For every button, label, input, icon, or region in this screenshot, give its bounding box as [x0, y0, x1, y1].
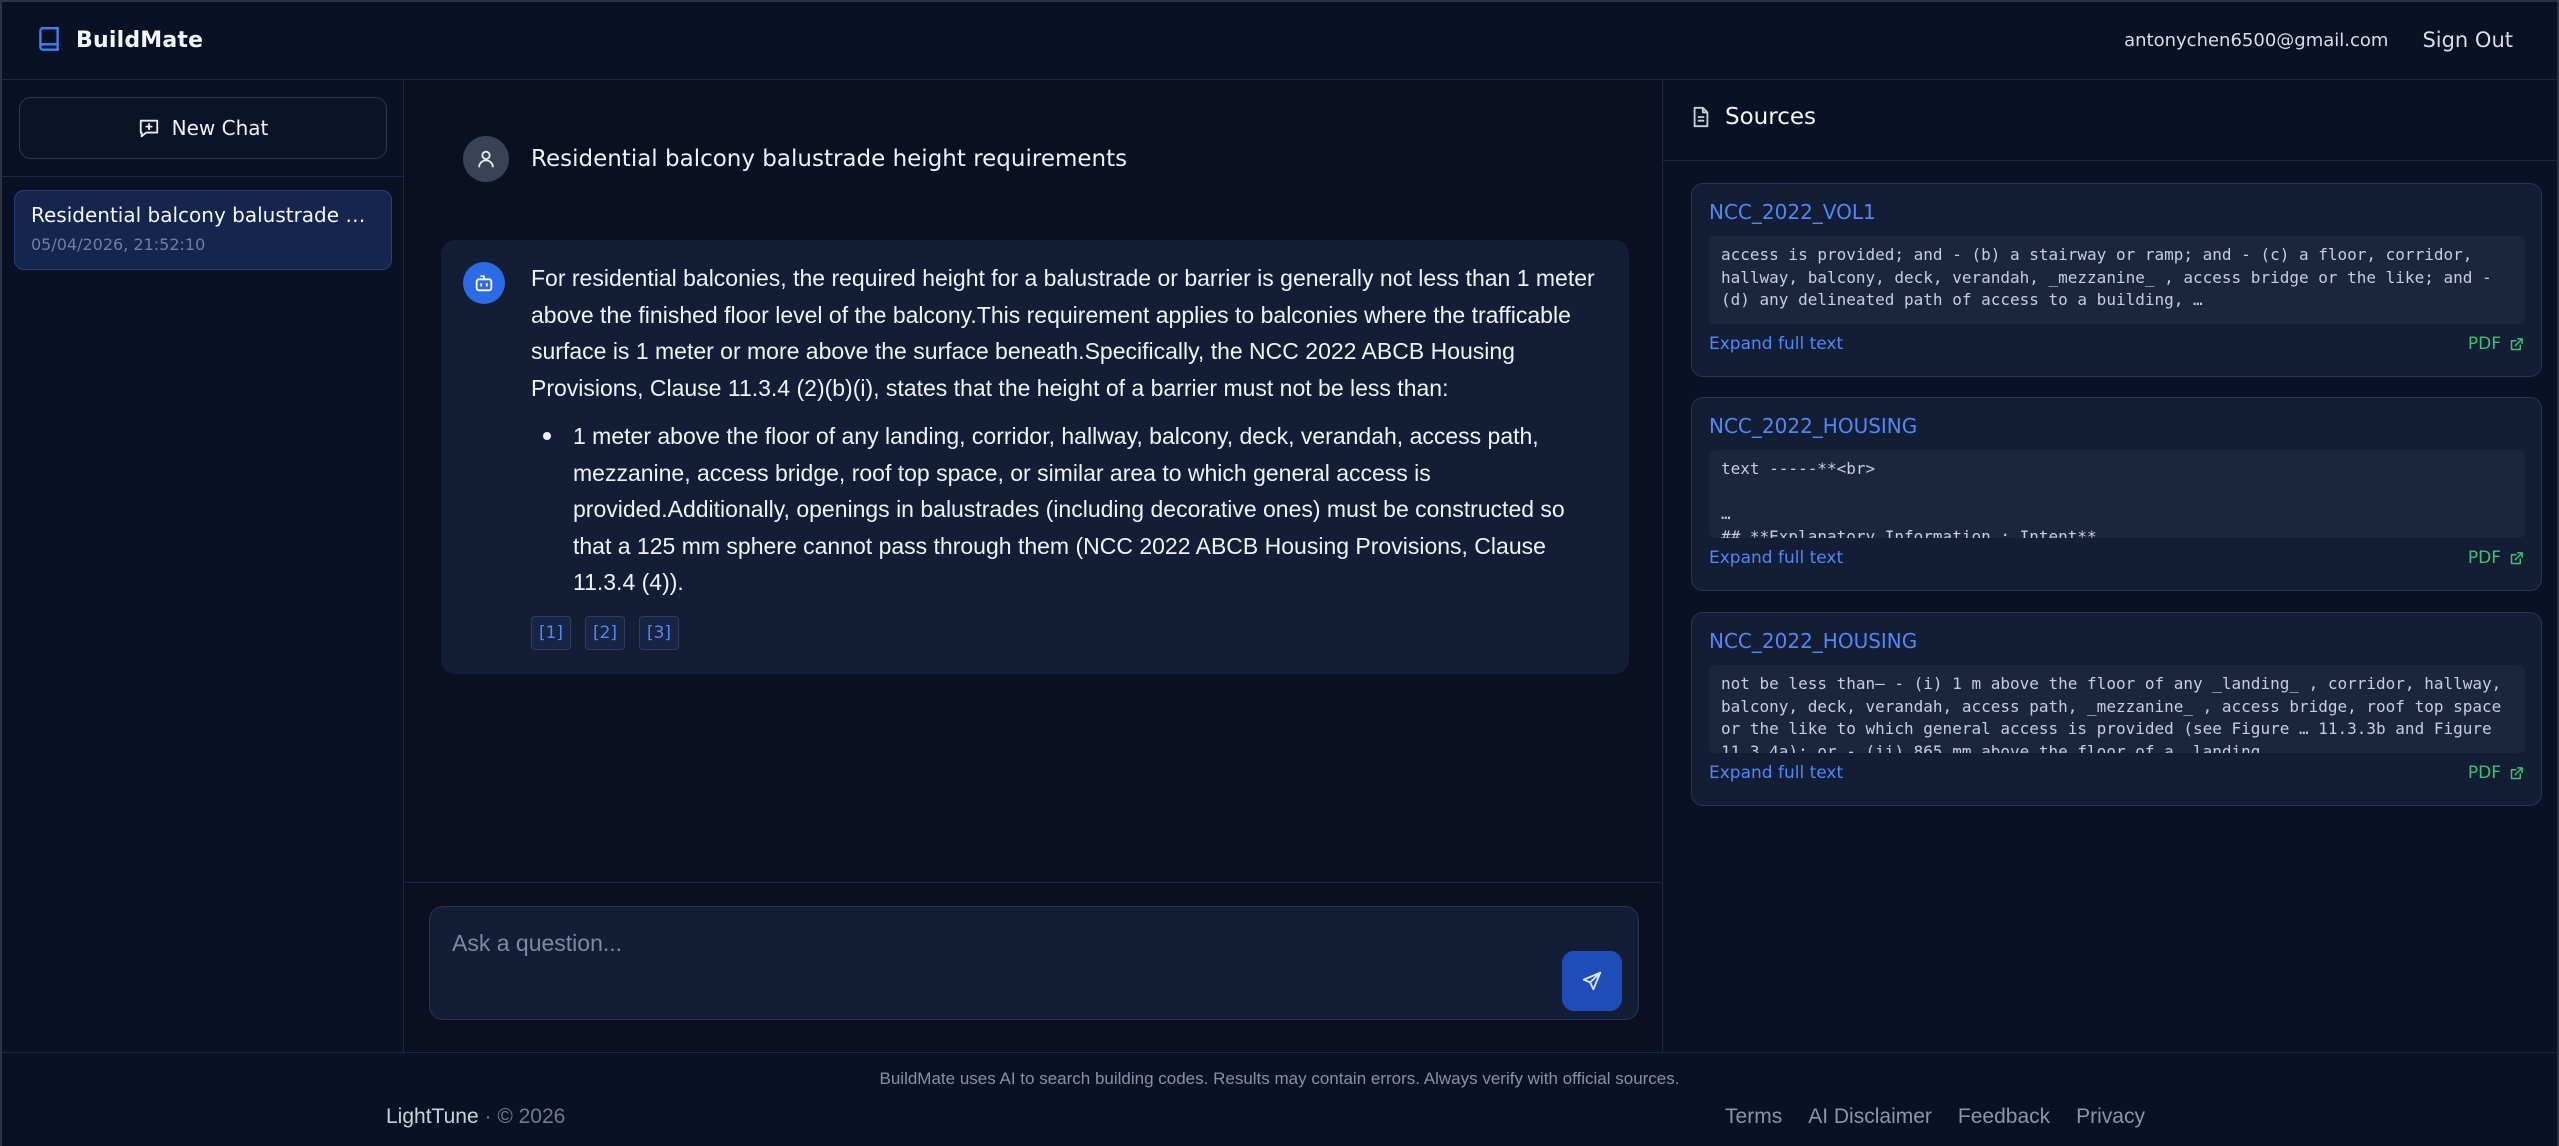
- company-name: LightTune: [386, 1105, 479, 1128]
- send-button[interactable]: [1562, 951, 1622, 1011]
- assistant-avatar: [463, 262, 505, 304]
- citation-list: [1] [2] [3]: [531, 616, 679, 650]
- pdf-link[interactable]: PDF: [2468, 334, 2524, 354]
- assistant-paragraph: For residential balconies, the required …: [531, 265, 1595, 401]
- user-avatar: [463, 136, 509, 182]
- new-chat-button[interactable]: New Chat: [19, 97, 387, 159]
- source-name[interactable]: NCC_2022_VOL1: [1709, 200, 1876, 224]
- chat-sidebar: New Chat Residential balcony balustrade …: [2, 80, 404, 1052]
- sources-divider: [1663, 160, 2558, 161]
- footer-link-terms[interactable]: Terms: [1725, 1105, 1782, 1129]
- source-name[interactable]: NCC_2022_HOUSING: [1709, 414, 1917, 438]
- copyright: LightTune · © 2026: [386, 1105, 565, 1129]
- pdf-label: PDF: [2467, 763, 2501, 783]
- expand-full-text-link[interactable]: Expand full text: [1709, 548, 1843, 568]
- brand-name: BuildMate: [76, 27, 204, 53]
- expand-full-text-link[interactable]: Expand full text: [1709, 763, 1843, 783]
- footer-links: Terms AI Disclaimer Feedback Privacy: [1725, 1105, 2145, 1129]
- conversation-panel: Residential balcony balustrade height re…: [405, 80, 1661, 1052]
- footer: BuildMate uses AI to search building cod…: [2, 1052, 2557, 1146]
- user-email: antonychen6500@gmail.com: [2124, 29, 2389, 51]
- new-chat-label: New Chat: [171, 116, 269, 140]
- footer-link-feedback[interactable]: Feedback: [1958, 1105, 2050, 1129]
- external-link-icon: [2510, 551, 2523, 564]
- user-icon: [478, 150, 494, 168]
- pdf-link[interactable]: PDF: [2468, 548, 2524, 568]
- source-card: NCC_2022_HOUSING not be less than— - (i)…: [1691, 612, 2542, 806]
- footer-link-privacy[interactable]: Privacy: [2076, 1105, 2145, 1129]
- source-snippet: not be less than— - (i) 1 m above the fl…: [1709, 665, 2525, 753]
- message-plus-icon: [139, 119, 158, 138]
- assistant-bullet: 1 meter above the floor of any landing, …: [541, 418, 1601, 601]
- app-window: BuildMate antonychen6500@gmail.com Sign …: [0, 0, 2559, 1146]
- sign-out-button[interactable]: Sign Out: [2422, 28, 2513, 52]
- assistant-message: For residential balconies, the required …: [441, 240, 1629, 674]
- citation-3[interactable]: [3]: [639, 616, 679, 650]
- chat-history-item[interactable]: Residential balcony balustrade height re…: [14, 190, 392, 270]
- copyright-separator: ·: [484, 1105, 492, 1128]
- pdf-label: PDF: [2467, 548, 2501, 568]
- source-card: NCC_2022_HOUSING text -----**<br> … ## *…: [1691, 397, 2542, 591]
- send-icon: [1582, 971, 1602, 991]
- chat-history-date: 05/04/2026, 21:52:10: [31, 235, 206, 254]
- copyright-year: © 2026: [497, 1105, 566, 1128]
- sources-panel: Sources NCC_2022_VOL1 access is provided…: [1662, 80, 2558, 1052]
- pdf-link[interactable]: PDF: [2468, 763, 2524, 783]
- user-message: Residential balcony balustrade height re…: [463, 136, 1127, 182]
- chat-history-title: Residential balcony balustrade height re…: [31, 203, 375, 227]
- assistant-bullet-list: 1 meter above the floor of any landing, …: [541, 418, 1601, 601]
- bot-icon: [475, 275, 493, 292]
- citation-2[interactable]: [2]: [585, 616, 625, 650]
- header-actions: antonychen6500@gmail.com Sign Out: [2124, 28, 2513, 52]
- external-link-icon: [2510, 766, 2523, 779]
- assistant-response: For residential balconies, the required …: [531, 260, 1601, 601]
- external-link-icon: [2510, 337, 2523, 350]
- sources-title: Sources: [1725, 104, 1816, 130]
- source-snippet: text -----**<br> … ## **Explanatory Info…: [1709, 450, 2525, 538]
- book-icon: [39, 26, 59, 51]
- source-snippet: access is provided; and - (b) a stairway…: [1709, 236, 2525, 324]
- citation-1[interactable]: [1]: [531, 616, 571, 650]
- document-icon: [1693, 106, 1709, 128]
- brand[interactable]: BuildMate: [36, 26, 203, 54]
- question-input[interactable]: [452, 923, 1512, 963]
- source-name[interactable]: NCC_2022_HOUSING: [1709, 629, 1917, 653]
- top-header: BuildMate antonychen6500@gmail.com Sign …: [2, 2, 2557, 80]
- composer-divider: [405, 882, 1661, 883]
- sidebar-divider: [2, 176, 404, 177]
- composer: [429, 906, 1639, 1020]
- expand-full-text-link[interactable]: Expand full text: [1709, 334, 1843, 354]
- ai-disclaimer-text: BuildMate uses AI to search building cod…: [879, 1069, 1680, 1088]
- footer-link-ai-disclaimer[interactable]: AI Disclaimer: [1808, 1105, 1932, 1129]
- sources-header: Sources: [1691, 104, 1816, 130]
- source-card: NCC_2022_VOL1 access is provided; and - …: [1691, 183, 2542, 377]
- pdf-label: PDF: [2467, 334, 2501, 354]
- user-message-text: Residential balcony balustrade height re…: [531, 146, 1128, 172]
